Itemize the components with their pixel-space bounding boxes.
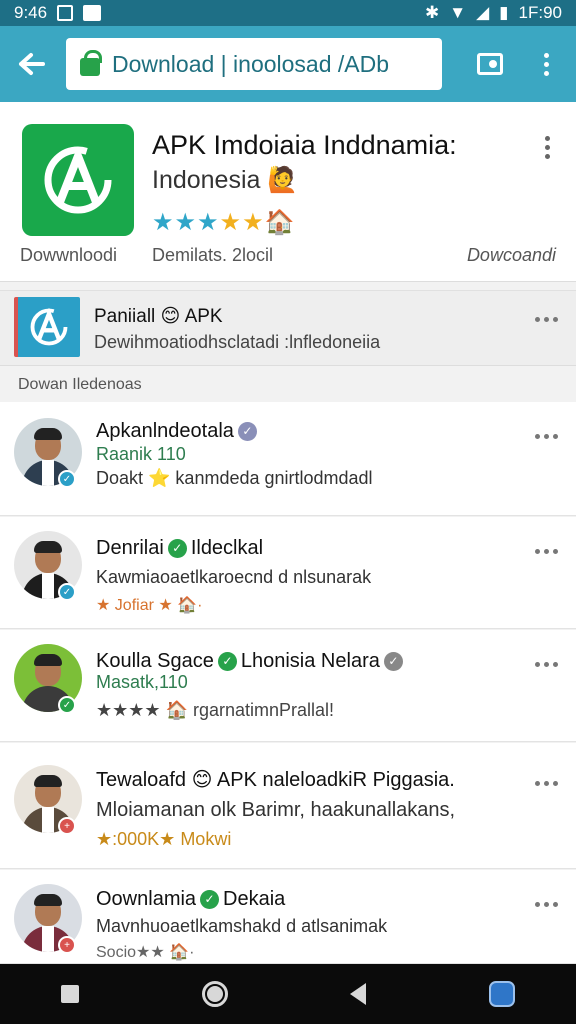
browser-toolbar: Download | inoolosad /ADb: [0, 26, 576, 102]
system-nav-bar: [0, 964, 576, 1024]
notification-icon: [57, 5, 74, 21]
list-item-name: Koulla Sgace ✓ Lhonisia Nelara ✓: [96, 650, 407, 673]
status-time: 9:46: [14, 3, 48, 22]
featured-more-button[interactable]: [535, 317, 558, 322]
status-badge: +: [58, 817, 76, 835]
status-bar: 9:46 ✱ ▼ ◢ ▮ 1F:90: [0, 0, 576, 26]
download-link[interactable]: Dowcoandi: [467, 245, 556, 266]
item-more-button[interactable]: [535, 434, 558, 439]
list-item-meta: Masatk,110: [96, 672, 188, 692]
featured-logo: [14, 297, 80, 357]
list-item-rating: ★ Jofiar ★ 🏠·: [96, 597, 203, 614]
section-label: Dowan Iledenoas: [18, 376, 142, 393]
app-title: APK Imdoiaia Inddnamia:: [152, 130, 457, 160]
details-label: Demilats. 2locil: [152, 245, 274, 265]
list-item[interactable]: ✓ Koulla Sgace ✓ Lhonisia Nelara ✓ Masatk,1…: [0, 630, 576, 742]
apk-logo-icon: [30, 307, 68, 346]
back-arrow-icon: [19, 53, 45, 75]
list-item-name: Oownlamia ✓ Dekaia: [96, 888, 286, 910]
app-more-button[interactable]: [545, 136, 550, 159]
list-item-text: Mavnhuoaetlkamshakd d atlsanimak: [96, 916, 388, 936]
url-bar[interactable]: Download | inoolosad /ADb: [66, 38, 442, 90]
item-more-button[interactable]: [535, 662, 558, 667]
download-label[interactable]: Dowwnloodi: [20, 245, 117, 266]
list-item-text: Doakt ⭐ kanmdeda gnirtlodmdadl: [96, 468, 373, 488]
app-logo: [22, 124, 134, 236]
list-item-text: Kawmiaoaetlkaroecnd d nlsunarak: [96, 567, 372, 587]
item-more-button[interactable]: [535, 549, 558, 554]
recents-button[interactable]: [61, 985, 80, 1003]
verified-icon: ✓: [200, 890, 220, 910]
status-badge: +: [58, 936, 76, 954]
signal-icon: ◢: [476, 3, 490, 22]
list-item-meta: Raanik 110: [96, 444, 186, 464]
verified-icon: ✓: [167, 539, 187, 559]
list-item-rating: Socio★★ 🏠·: [96, 944, 195, 961]
list-item-text: Mloiamanan olk Barimr, haakunallakans,: [96, 799, 456, 821]
app-subtitle: Indonesia 🙋: [152, 166, 299, 194]
featured-subtitle: Dewihmoatiodhsclatadi :lnfledoneiia: [94, 332, 381, 352]
status-badge: ✓: [58, 470, 76, 488]
tabs-button[interactable]: [458, 26, 522, 102]
list-item[interactable]: + Oownlamia ✓ Dekaia Mavnhuoaetlkamshakd d…: [0, 870, 576, 964]
app-rating: ★★★★★🏠: [152, 209, 296, 236]
back-button[interactable]: [0, 26, 64, 102]
bluetooth-icon: ✱: [425, 3, 440, 22]
apk-logo-icon: [44, 146, 112, 214]
verified-icon: ✓: [237, 422, 257, 442]
menu-button[interactable]: [522, 26, 570, 102]
more-vert-icon: [543, 52, 549, 76]
battery-icon: ▮: [499, 3, 509, 22]
info-icon: ✓: [383, 652, 403, 672]
tabs-icon: [477, 53, 503, 75]
wifi-icon: ▼: [449, 3, 467, 22]
home-button[interactable]: [201, 981, 228, 1007]
status-badge: ✓: [58, 583, 76, 601]
list-item[interactable]: + Tewaloafd 😊 APK naleloadkiR Piggasia. …: [0, 743, 576, 869]
app-header-card[interactable]: APK Imdoiaia Inddnamia: Indonesia 🙋 ★★★★…: [0, 102, 576, 282]
list-item-rating: ★:000K★ Mokwi: [96, 829, 232, 849]
status-badge: ✓: [58, 696, 76, 714]
app-shortcut-icon[interactable]: [488, 981, 515, 1007]
verified-icon: ✓: [217, 652, 237, 672]
list-item[interactable]: ✓ Denrilai ✓ Ildeclkal Kawmiaoaetlkaroecnd…: [0, 517, 576, 629]
list-item-name: Denrilai ✓ Ildeclkal: [96, 537, 264, 559]
list-item[interactable]: ✓ Apkanlndeotala ✓ Raanik 110 Doakt ⭐ kan…: [0, 402, 576, 516]
url-text: Download | inoolosad /ADb: [112, 50, 390, 77]
status-clock: 1F:90: [518, 3, 562, 22]
list-item-rating: ★★★★ 🏠 rgarnatimnPrallal!: [96, 700, 335, 720]
item-more-button[interactable]: [535, 902, 558, 907]
mail-icon: [83, 5, 102, 21]
item-more-button[interactable]: [535, 781, 558, 786]
lock-icon: [80, 50, 102, 76]
list-item-name: Apkanlndeotala ✓: [96, 420, 261, 443]
back-nav-button[interactable]: [350, 983, 367, 1005]
list-item-name: Tewaloafd 😊 APK naleloadkiR Piggasia.: [96, 769, 455, 791]
featured-title: Paniiall 😊 APK: [94, 306, 223, 327]
featured-item[interactable]: Paniiall 😊 APK Dewihmoatiodhsclatadi :ln…: [0, 290, 576, 366]
